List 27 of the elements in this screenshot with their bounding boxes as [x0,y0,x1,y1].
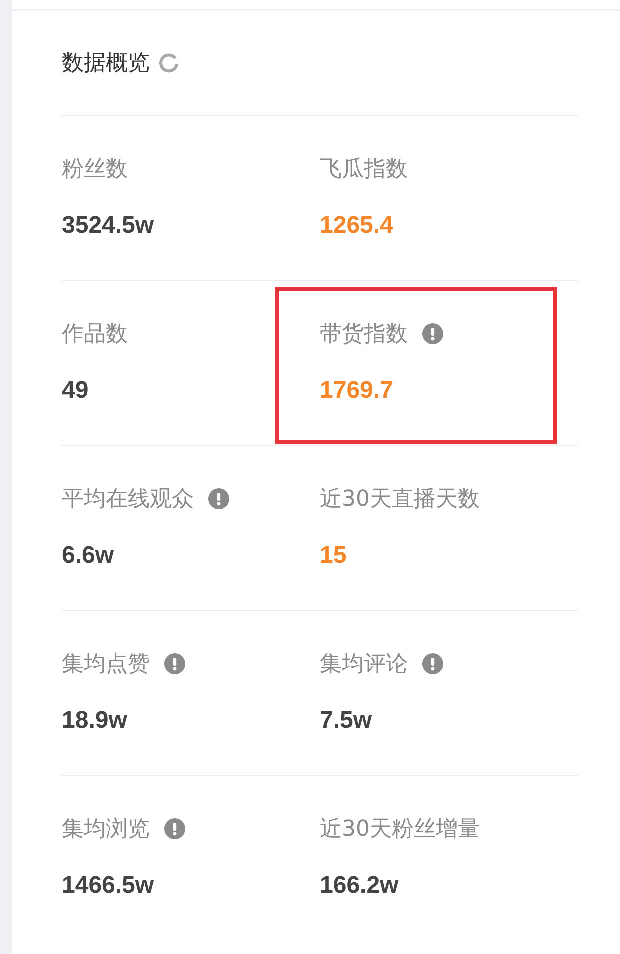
metric-label: 平均在线观众 [62,486,194,514]
metric-value: 18.9w [62,707,128,735]
info-icon[interactable] [164,818,186,840]
metric-value: 1265.4 [320,212,394,240]
metric-value: 6.6w [62,542,114,570]
panel-title: 数据概览 [62,50,150,78]
metric-label: 带货指数 [320,321,408,349]
metric-label: 近30天粉丝增量 [320,816,480,844]
info-icon[interactable] [422,323,444,345]
metric-label: 飞瓜指数 [320,156,408,184]
info-icon[interactable] [164,653,186,675]
metric-label: 近30天直播天数 [320,486,480,514]
metric-value: 1769.7 [320,377,394,405]
metric-value: 1466.5w [62,872,154,900]
metric-value: 49 [62,377,89,405]
metric-label: 作品数 [62,321,128,349]
info-icon[interactable] [422,653,444,675]
metric-label: 集均点赞 [62,651,150,679]
metric-value: 3524.5w [62,212,154,240]
metric-label: 集均浏览 [62,816,150,844]
metric-label: 集均评论 [320,651,408,679]
metric-value: 166.2w [320,872,399,900]
metric-label: 粉丝数 [62,156,128,184]
metric-value: 15 [320,542,347,570]
metric-value: 7.5w [320,707,372,735]
info-icon[interactable] [208,488,230,510]
refresh-icon[interactable] [158,52,180,74]
